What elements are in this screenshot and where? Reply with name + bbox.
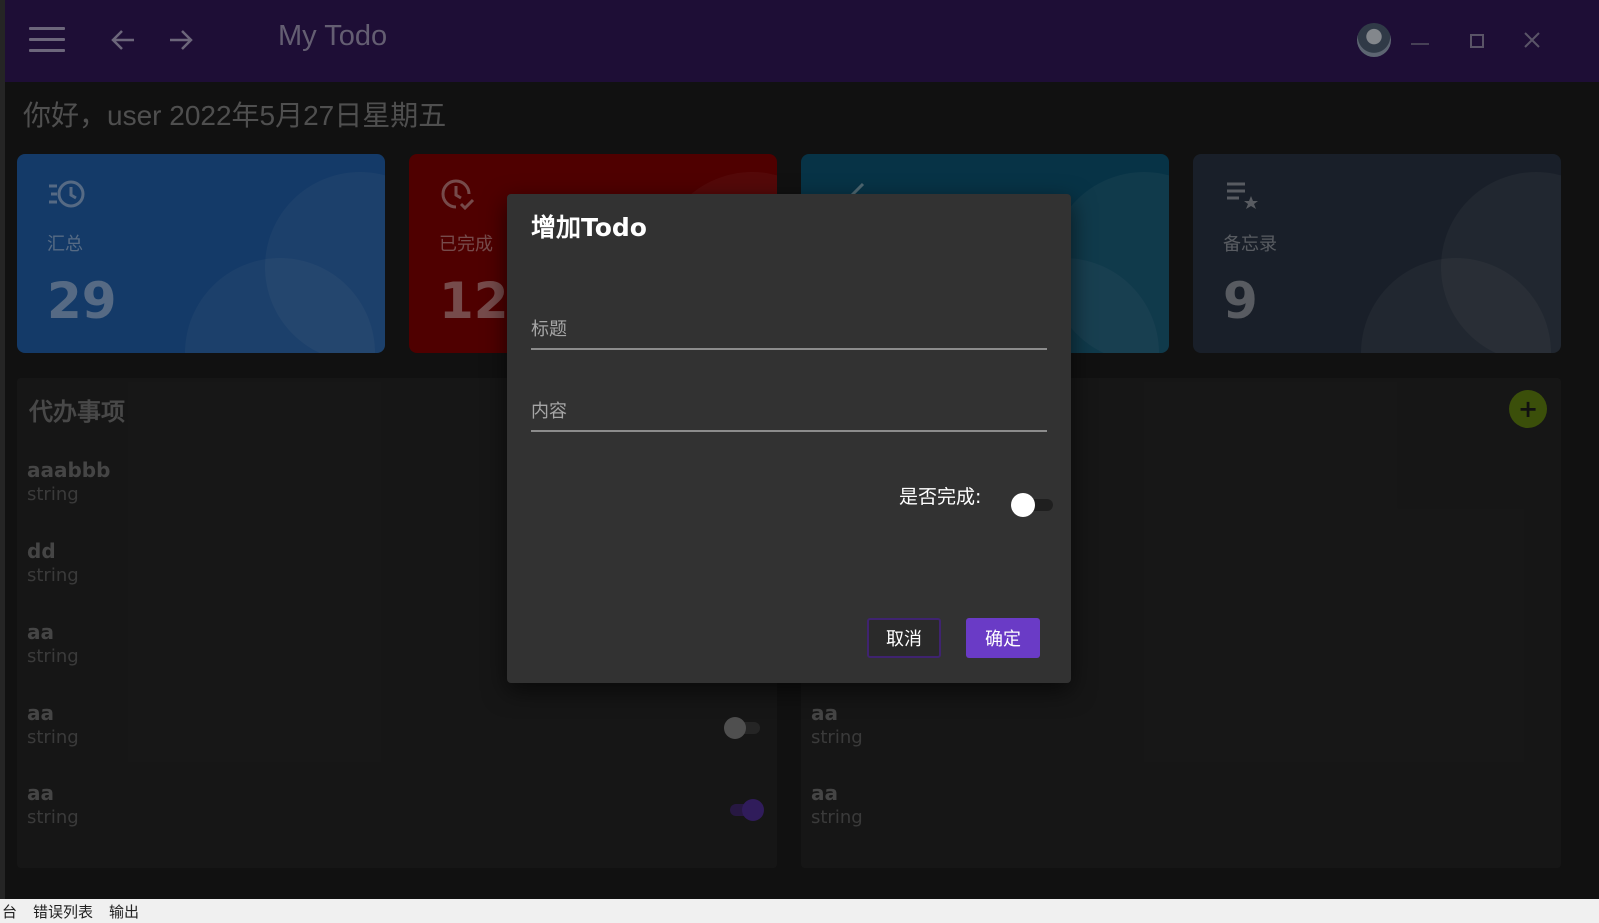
content-input[interactable] <box>531 392 1047 430</box>
title-field[interactable] <box>531 310 1047 350</box>
confirm-button[interactable]: 确定 <box>966 618 1040 658</box>
content-field[interactable] <box>531 392 1047 432</box>
ide-bottom-tabs: 台 错误列表 输出 <box>0 899 1599 923</box>
done-label: 是否完成: <box>899 486 982 508</box>
tab-output[interactable]: 输出 <box>109 901 139 922</box>
done-toggle[interactable] <box>1011 493 1055 517</box>
cancel-button[interactable]: 取消 <box>867 618 941 658</box>
tab-error-list[interactable]: 错误列表 <box>33 901 93 922</box>
tab-console[interactable]: 台 <box>2 901 17 922</box>
add-todo-dialog: 增加Todo 是否完成: 取消 确定 <box>507 194 1071 683</box>
title-input[interactable] <box>531 310 1047 348</box>
dialog-title: 增加Todo <box>531 213 647 242</box>
